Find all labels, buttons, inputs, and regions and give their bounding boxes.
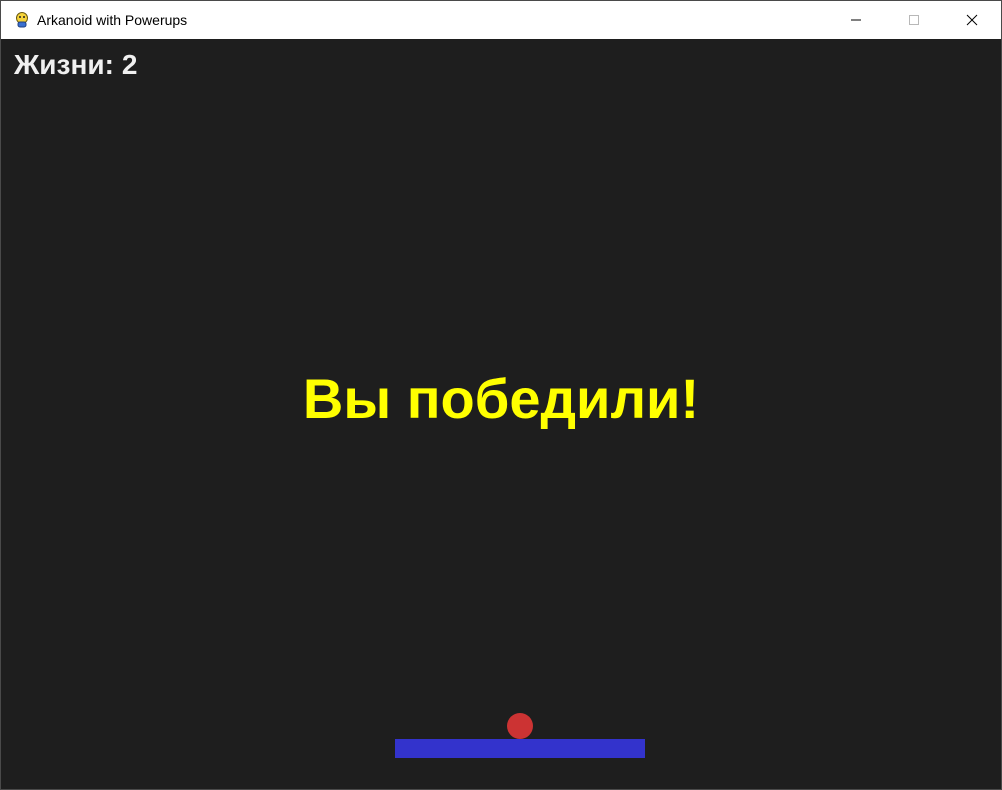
win-message: Вы победили!	[302, 367, 700, 430]
paddle	[395, 739, 645, 758]
ball	[507, 713, 533, 739]
close-button[interactable]	[943, 1, 1001, 39]
window-title: Arkanoid with Powerups	[37, 12, 188, 28]
lives-counter: Жизни: 2	[14, 51, 137, 79]
minimize-button[interactable]	[827, 1, 885, 39]
title-bar[interactable]: Arkanoid with Powerups	[1, 1, 1001, 39]
lives-label: Жизни:	[14, 49, 114, 80]
window-controls	[827, 1, 1001, 39]
lives-value: 2	[121, 49, 138, 80]
pygame-snake-icon	[16, 12, 28, 28]
game-canvas[interactable]: Жизни: 2 Вы победили!	[1, 39, 1001, 789]
close-icon	[966, 14, 978, 26]
maximize-icon	[909, 15, 919, 25]
minimize-icon	[851, 19, 861, 21]
game-window: Arkanoid with Powerups Жизни: 2 Вы побед…	[0, 0, 1002, 790]
maximize-button[interactable]	[885, 1, 943, 39]
